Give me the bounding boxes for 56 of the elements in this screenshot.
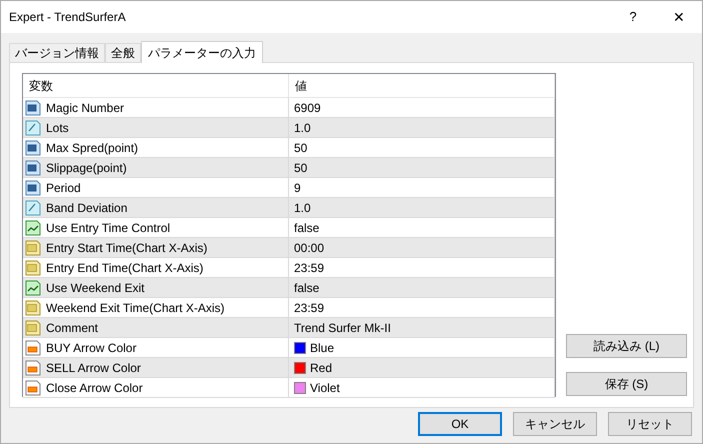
dialog-button[interactable]: リセット bbox=[608, 412, 692, 436]
dialog-button[interactable]: OK bbox=[418, 412, 502, 436]
text-type-icon bbox=[25, 240, 41, 256]
parameter-value: 1.0 bbox=[294, 120, 311, 136]
boolean-type-icon bbox=[25, 280, 41, 296]
help-button[interactable]: ? bbox=[610, 1, 656, 33]
parameter-name: Use Entry Time Control bbox=[46, 220, 170, 236]
parameter-name: Period bbox=[46, 180, 81, 196]
window-title: Expert - TrendSurferA bbox=[8, 9, 127, 26]
close-button[interactable]: ✕ bbox=[656, 1, 702, 33]
load-button[interactable]: 読み込み (L) bbox=[566, 334, 687, 358]
parameter-name: Entry Start Time(Chart X-Axis) bbox=[46, 240, 208, 256]
parameter-value: 9 bbox=[294, 180, 301, 196]
parameter-name: Entry End Time(Chart X-Axis) bbox=[46, 260, 204, 276]
parameter-value: 1.0 bbox=[294, 200, 311, 216]
parameter-name: Weekend Exit Time(Chart X-Axis) bbox=[46, 300, 224, 316]
parameter-value: false bbox=[294, 220, 320, 236]
text-type-icon bbox=[25, 300, 41, 316]
parameter-value: Violet bbox=[310, 380, 340, 396]
parameter-name: Magic Number bbox=[46, 100, 124, 116]
parameter-value: 23:59 bbox=[294, 260, 324, 276]
parameter-name: Close Arrow Color bbox=[46, 380, 143, 396]
parameter-value: 50 bbox=[294, 140, 308, 156]
tab[interactable]: 全般 bbox=[105, 43, 141, 62]
parameter-value: 50 bbox=[294, 160, 308, 176]
save-button[interactable]: 保存 (S) bbox=[566, 372, 687, 396]
parameter-value: 23:59 bbox=[294, 300, 324, 316]
dialog-button[interactable]: キャンセル bbox=[513, 412, 597, 436]
parameter-name: Use Weekend Exit bbox=[46, 280, 144, 296]
fraction-type-icon bbox=[25, 200, 41, 216]
text-type-icon bbox=[25, 260, 41, 276]
column-header[interactable]: 変数 bbox=[23, 74, 289, 97]
tab[interactable]: パラメーターの入力 bbox=[141, 41, 263, 63]
parameter-name: Band Deviation bbox=[46, 200, 128, 216]
integer-type-icon bbox=[25, 140, 41, 156]
parameter-name: Max Spred(point) bbox=[46, 140, 138, 156]
parameter-value: Blue bbox=[310, 340, 334, 356]
integer-type-icon bbox=[25, 180, 41, 196]
color-type-icon bbox=[25, 360, 41, 376]
integer-type-icon bbox=[25, 100, 41, 116]
parameter-name: Slippage(point) bbox=[46, 160, 127, 176]
boolean-type-icon bbox=[25, 220, 41, 236]
parameter-value: false bbox=[294, 280, 320, 296]
parameter-value: 00:00 bbox=[294, 240, 324, 256]
column-header[interactable]: 値 bbox=[289, 74, 555, 97]
parameter-value: Trend Surfer Mk-II bbox=[294, 320, 391, 336]
parameter-value: Red bbox=[310, 360, 332, 376]
fraction-type-icon bbox=[25, 120, 41, 136]
parameter-name: Comment bbox=[46, 320, 98, 336]
parameter-name: BUY Arrow Color bbox=[46, 340, 136, 356]
parameter-name: SELL Arrow Color bbox=[46, 360, 141, 376]
integer-type-icon bbox=[25, 160, 41, 176]
parameter-name: Lots bbox=[46, 120, 69, 136]
text-type-icon bbox=[25, 320, 41, 336]
tab[interactable]: バージョン情報 bbox=[9, 43, 105, 62]
parameter-value: 6909 bbox=[294, 100, 321, 116]
